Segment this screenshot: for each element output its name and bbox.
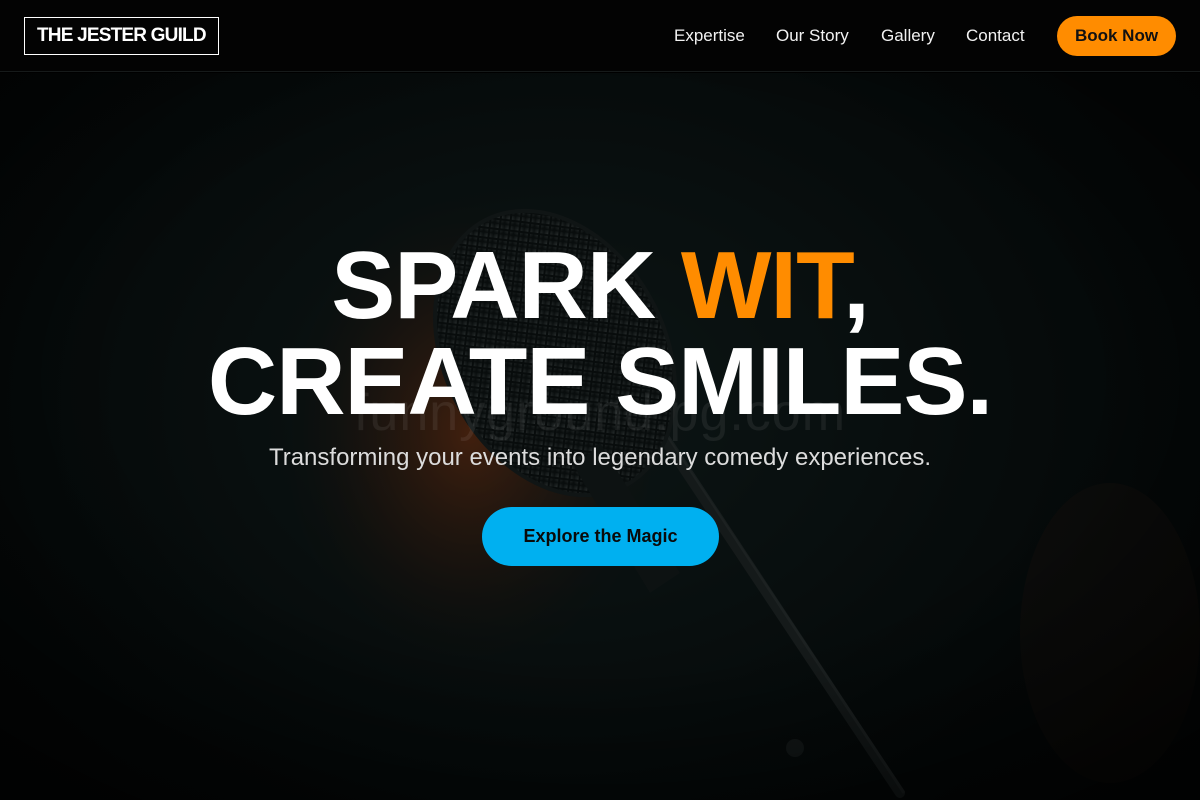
nav-link-contact[interactable]: Contact <box>966 26 1025 46</box>
headline-accent-word: WIT <box>680 232 844 339</box>
site-logo[interactable]: THE JESTER GUILD <box>24 17 219 55</box>
hero-subtitle: Transforming your events into legendary … <box>268 444 932 471</box>
headline-line-2: CREATE SMILES. <box>207 328 993 435</box>
book-now-button[interactable]: Book Now <box>1057 16 1176 56</box>
nav-link-expertise[interactable]: Expertise <box>674 26 745 46</box>
landing-page: THE JESTER GUILD Expertise Our Story Gal… <box>0 0 1200 800</box>
headline-suffix: , <box>843 232 870 339</box>
hero-section: funnyground.pg.com SPARK WIT, CREATE SMI… <box>0 73 1200 800</box>
top-navigation: THE JESTER GUILD Expertise Our Story Gal… <box>0 0 1200 72</box>
explore-magic-button[interactable]: Explore the Magic <box>482 507 719 566</box>
headline-prefix: SPARK <box>331 232 681 339</box>
headline-line-1: SPARK WIT, <box>0 238 1200 334</box>
nav-link-gallery[interactable]: Gallery <box>881 26 935 46</box>
nav-link-our-story[interactable]: Our Story <box>776 26 849 46</box>
hero-headline: SPARK WIT, CREATE SMILES. <box>0 238 1200 430</box>
